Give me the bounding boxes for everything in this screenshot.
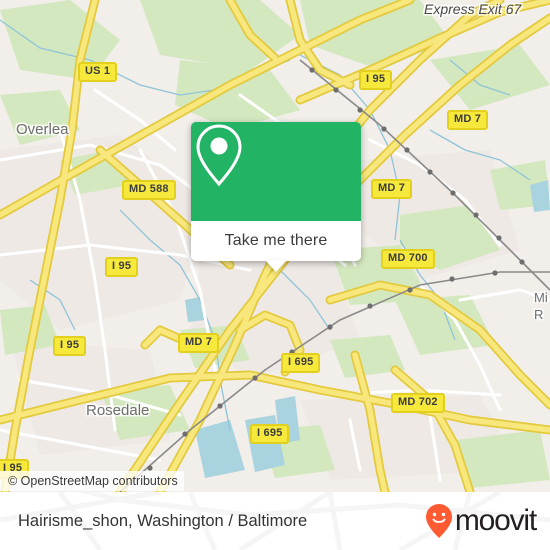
road-shield: I 95 bbox=[0, 459, 30, 479]
moovit-pin-smiley-icon bbox=[425, 504, 452, 538]
road-shield: MD 7 bbox=[371, 179, 413, 199]
card-pointer-tail bbox=[265, 260, 287, 272]
location-popup-card[interactable]: Take me there bbox=[191, 122, 361, 272]
road-shield: MD 702 bbox=[391, 393, 445, 413]
footer-bar: Hairisme_shon, Washington / Baltimore mo… bbox=[0, 492, 550, 550]
moovit-wordmark: moovit bbox=[454, 504, 537, 537]
place-label: Express Exit 67 bbox=[424, 1, 522, 17]
location-title: Hairisme_shon, Washington / Baltimore bbox=[18, 511, 308, 530]
road-shield: I 95 bbox=[53, 336, 87, 356]
road-shield: US 1 bbox=[78, 62, 118, 82]
place-label: Mi bbox=[534, 290, 548, 305]
take-me-there-label: Take me there bbox=[224, 232, 328, 249]
road-shield: I 95 bbox=[105, 257, 139, 277]
road-shield: MD 700 bbox=[381, 249, 435, 269]
place-label: Rosedale bbox=[86, 402, 150, 419]
place-label: R bbox=[534, 307, 544, 322]
road-shield: I 695 bbox=[250, 424, 290, 444]
road-shield: I 95 bbox=[359, 70, 393, 90]
map-pin-icon bbox=[196, 124, 242, 187]
road-shield: MD 7 bbox=[178, 333, 220, 353]
road-shield: MD 7 bbox=[447, 110, 489, 130]
footer-content: Hairisme_shon, Washington / Baltimore mo… bbox=[0, 492, 550, 550]
place-label: Overlea bbox=[16, 121, 69, 138]
road-shield: MD 588 bbox=[122, 180, 176, 200]
card-header bbox=[191, 122, 361, 221]
road-shield: I 695 bbox=[281, 353, 321, 373]
map-canvas[interactable]: US 1 I 95 MD 7 MD 588 MD 7 MD 700 I 95 I 95 MD 7… bbox=[0, 0, 550, 492]
moovit-location-share-image: US 1 I 95 MD 7 MD 588 MD 7 MD 700 I 95 I 95 MD 7… bbox=[0, 0, 550, 550]
moovit-brand: moovit bbox=[424, 503, 537, 539]
card-footer[interactable]: Take me there bbox=[191, 221, 361, 272]
